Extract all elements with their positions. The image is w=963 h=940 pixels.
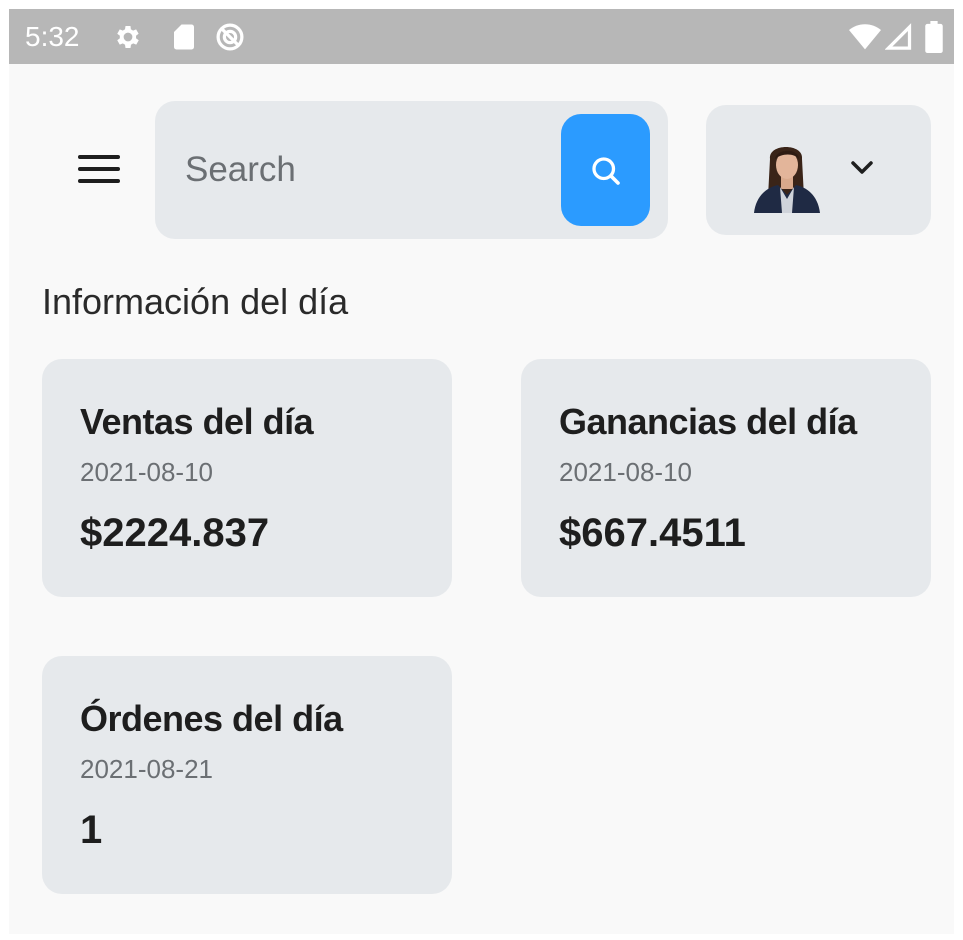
- card-ganancias[interactable]: Ganancias del día 2021-08-10 $667.4511: [521, 359, 931, 597]
- status-bar: 5:32: [9, 9, 954, 64]
- search-input[interactable]: [183, 141, 547, 199]
- chevron-down-icon: [851, 161, 873, 174]
- do-not-disturb-icon: [215, 22, 245, 52]
- section-title: Información del día: [42, 281, 349, 322]
- cellular-signal-icon: [885, 23, 915, 53]
- profile-dropdown[interactable]: [706, 105, 931, 235]
- card-title: Ganancias del día: [559, 401, 857, 442]
- gear-icon: [113, 22, 143, 52]
- card-value: 1: [80, 808, 103, 852]
- hamburger-menu-icon[interactable]: [73, 151, 121, 191]
- avatar: [752, 137, 822, 213]
- wifi-icon: [849, 21, 881, 51]
- search-button[interactable]: [561, 114, 650, 226]
- card-title: Ventas del día: [80, 401, 314, 442]
- card-title: Órdenes del día: [80, 698, 343, 739]
- sd-card-icon: [169, 22, 199, 52]
- status-time: 5:32: [25, 21, 80, 52]
- card-value: $667.4511: [559, 511, 746, 555]
- card-date: 2021-08-10: [559, 457, 692, 487]
- card-value: $2224.837: [80, 511, 270, 555]
- card-date: 2021-08-10: [80, 457, 213, 487]
- search-bar: [155, 101, 668, 239]
- search-icon: [592, 157, 620, 185]
- card-ventas[interactable]: Ventas del día 2021-08-10 $2224.837: [42, 359, 452, 597]
- card-ordenes[interactable]: Órdenes del día 2021-08-21 1: [42, 656, 452, 894]
- card-date: 2021-08-21: [80, 754, 213, 784]
- battery-icon: [925, 21, 945, 53]
- app-screen: 5:32 Search Información del día Ventas d…: [9, 9, 954, 934]
